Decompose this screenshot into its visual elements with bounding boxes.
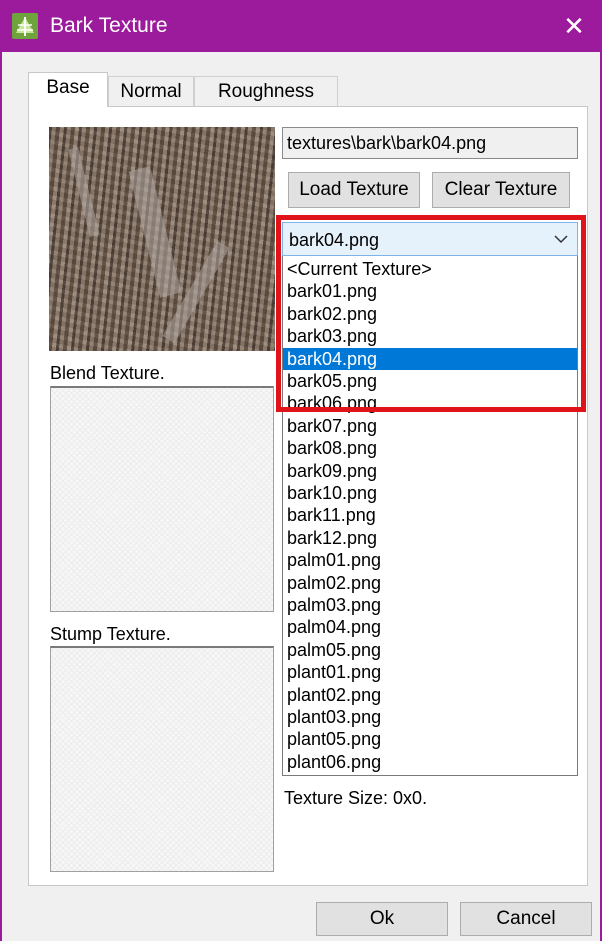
dropdown-option[interactable]: plant03.png [283,706,577,728]
dropdown-option[interactable]: bark12.png [283,527,577,549]
stump-texture-label: Stump Texture. [50,624,171,644]
window-title: Bark Texture [50,14,168,37]
dropdown-option[interactable]: palm05.png [283,639,577,661]
dropdown-option[interactable]: bark06.png [283,392,577,414]
title-bar[interactable]: Bark Texture ✕ [2,0,600,52]
cancel-button[interactable]: Cancel [460,902,592,936]
dropdown-option[interactable]: palm01.png [283,549,577,571]
texture-path-field[interactable]: textures\bark\bark04.png [282,127,578,159]
texture-preview [49,127,275,351]
dropdown-selected-value: bark04.png [289,230,380,250]
dropdown-option[interactable]: plant02.png [283,684,577,706]
dropdown-option[interactable]: plant06.png [283,751,577,773]
dropdown-option[interactable]: plant05.png [283,728,577,750]
tab-normal[interactable]: Normal [108,76,194,106]
ok-button[interactable]: Ok [316,902,448,936]
tree-leaf-icon [12,13,38,39]
stump-texture-box[interactable] [50,646,274,872]
dropdown-option[interactable]: bark01.png [283,280,577,302]
dropdown-option[interactable]: palm03.png [283,594,577,616]
dropdown-option[interactable]: bark02.png [283,303,577,325]
dropdown-option[interactable]: bark11.png [283,504,577,526]
dropdown-option[interactable]: bark09.png [283,460,577,482]
bark-texture-dialog: Bark Texture ✕ Base Normal Roughness tex… [0,0,602,941]
texture-dropdown[interactable]: bark04.png [282,222,578,256]
tab-base[interactable]: Base [28,72,108,107]
dropdown-option[interactable]: <Current Texture> [283,258,577,280]
dropdown-option[interactable]: bark04.png [283,347,577,370]
close-icon: ✕ [563,11,585,41]
blend-texture-label: Blend Texture. [50,363,165,383]
dropdown-option[interactable]: bark07.png [283,415,577,437]
blend-texture-box[interactable] [50,386,274,612]
load-texture-button[interactable]: Load Texture [288,172,420,208]
dropdown-list[interactable]: <Current Texture> bark01.png bark02.png bar… [282,256,578,776]
dropdown-option[interactable]: palm02.png [283,572,577,594]
dropdown-option[interactable]: bark03.png [283,325,577,347]
clear-texture-button[interactable]: Clear Texture [432,172,570,208]
dropdown-option[interactable]: bark08.png [283,437,577,459]
texture-size-label: Texture Size: 0x0. [284,788,428,808]
dropdown-option[interactable]: bark05.png [283,370,577,392]
dropdown-option[interactable]: bark10.png [283,482,577,504]
dropdown-option[interactable]: plant01.png [283,661,577,683]
close-button[interactable]: ✕ [558,10,590,42]
dropdown-option[interactable]: palm04.png [283,616,577,638]
tab-roughness[interactable]: Roughness [194,76,338,106]
chevron-down-icon [554,235,568,244]
